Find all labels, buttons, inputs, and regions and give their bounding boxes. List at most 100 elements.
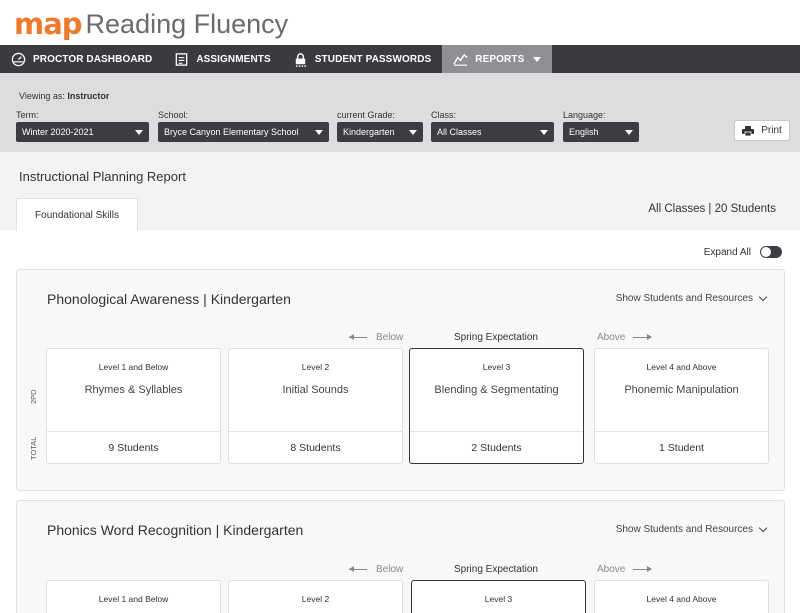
- level-label: Level 1 and Below: [98, 594, 169, 604]
- skill-name: Phonemic Manipulation: [624, 384, 739, 396]
- skill-name: Blending & Segmentating: [434, 384, 559, 396]
- show-students-resources-link[interactable]: Show Students and Resources: [615, 292, 768, 304]
- class-value: All Classes: [437, 127, 482, 137]
- lock-icon: [295, 52, 306, 67]
- level-card[interactable]: Level 4 and Above Phonemic Manipulation …: [594, 348, 769, 464]
- language-select[interactable]: English: [563, 122, 639, 142]
- level-card[interactable]: Level 1 and Below: [46, 580, 221, 613]
- nav-label: STUDENT PASSWORDS: [314, 53, 432, 65]
- student-count: 2 Students: [471, 442, 522, 454]
- level-card-expected[interactable]: Level 3: [411, 580, 586, 613]
- page-title: Instructional Planning Report: [19, 169, 186, 184]
- chevron-down-icon: [758, 292, 768, 302]
- card-divider: [229, 431, 402, 432]
- dropdown-arrow-icon: [315, 129, 323, 135]
- logo-map: map: [14, 7, 83, 41]
- skill-name: Rhymes & Syllables: [84, 384, 183, 396]
- level-label: Level 2: [301, 594, 330, 604]
- above-label: Above: [597, 332, 626, 343]
- viewing-as-label: Viewing as:: [19, 91, 65, 101]
- arrow-left-icon: [349, 334, 367, 340]
- level-card[interactable]: Level 1 and Below Rhymes & Syllables 9 S…: [46, 348, 221, 464]
- below-indicator: Below: [349, 332, 403, 343]
- side-label-total: TOTAL: [29, 436, 38, 460]
- below-label: Below: [376, 564, 404, 575]
- expand-all-toggle[interactable]: [760, 246, 782, 258]
- below-label: Below: [376, 332, 404, 343]
- nav-proctor-dashboard[interactable]: PROCTOR DASHBOARD: [0, 45, 163, 73]
- viewing-as: Viewing as: Instructor: [19, 91, 109, 101]
- class-label: Class:: [431, 110, 457, 120]
- language-filter: Language: English: [563, 110, 639, 142]
- chevron-down-icon: [533, 56, 542, 62]
- print-label: Print: [761, 125, 782, 136]
- term-value: Winter 2020-2021: [22, 127, 94, 137]
- dropdown-arrow-icon: [540, 129, 548, 135]
- above-indicator: Above: [597, 332, 653, 343]
- side-label-top: 2PD: [29, 389, 38, 404]
- main-nav: PROCTOR DASHBOARD ASSIGNMENTS STUDENT PA…: [0, 45, 800, 73]
- nav-student-passwords[interactable]: STUDENT PASSWORDS: [282, 45, 443, 73]
- below-indicator: Below: [349, 564, 403, 575]
- section-title: Phonics Word Recognition | Kindergarten: [47, 522, 304, 538]
- term-label: Term:: [16, 110, 39, 120]
- filter-bar: Viewing as: Instructor Term: Winter 2020…: [0, 73, 800, 152]
- arrow-right-icon: [633, 566, 653, 572]
- above-label: Above: [597, 564, 626, 575]
- nav-reports[interactable]: REPORTS: [442, 45, 553, 73]
- print-button[interactable]: Print: [734, 120, 790, 141]
- expand-all-label: Expand All: [703, 246, 751, 258]
- section-title: Phonological Awareness | Kindergarten: [47, 291, 291, 307]
- app-logo: map Reading Fluency: [14, 6, 288, 40]
- grade-filter: current Grade: Kindergarten: [337, 110, 423, 142]
- class-select[interactable]: All Classes: [431, 122, 554, 142]
- school-label: School:: [158, 110, 189, 120]
- level-label: Level 3: [482, 362, 511, 372]
- level-label: Level 4 and Above: [646, 594, 717, 604]
- term-filter: Term: Winter 2020-2021: [16, 110, 149, 142]
- assignments-icon: [176, 52, 188, 66]
- level-card[interactable]: Level 2 Initial Sounds 8 Students: [228, 348, 403, 464]
- term-select[interactable]: Winter 2020-2021: [16, 122, 149, 142]
- arrow-right-icon: [633, 334, 653, 340]
- show-students-resources-link[interactable]: Show Students and Resources: [616, 523, 768, 535]
- class-filter: Class: All Classes: [431, 110, 554, 142]
- dropdown-arrow-icon: [409, 129, 417, 135]
- logo-title: Reading Fluency: [85, 9, 289, 39]
- dropdown-arrow-icon: [135, 129, 143, 135]
- language-label: Language:: [563, 110, 606, 120]
- nav-label: ASSIGNMENTS: [196, 53, 271, 65]
- expand-all[interactable]: Expand All: [704, 246, 782, 258]
- level-label: Level 4 and Above: [646, 362, 717, 372]
- level-card[interactable]: Level 4 and Above: [594, 580, 769, 613]
- skill-name: Initial Sounds: [282, 384, 349, 396]
- show-link-label: Show Students and Resources: [615, 293, 753, 304]
- school-value: Bryce Canyon Elementary School: [164, 127, 299, 137]
- nav-label: PROCTOR DASHBOARD: [33, 53, 153, 65]
- level-label: Level 3: [484, 594, 513, 604]
- school-select[interactable]: Bryce Canyon Elementary School: [158, 122, 329, 142]
- grade-label: current Grade:: [337, 110, 396, 120]
- grade-select[interactable]: Kindergarten: [337, 122, 423, 142]
- level-card-expected[interactable]: Level 3 Blending & Segmentating 2 Studen…: [409, 348, 584, 464]
- student-count: 1 Student: [659, 442, 704, 454]
- nav-assignments[interactable]: ASSIGNMENTS: [163, 45, 281, 73]
- dropdown-arrow-icon: [625, 129, 633, 135]
- reports-icon: [453, 53, 468, 66]
- viewing-as-role: Instructor: [67, 91, 110, 101]
- above-indicator: Above: [597, 564, 653, 575]
- level-card[interactable]: Level 2: [228, 580, 403, 613]
- level-label: Level 1 and Below: [98, 362, 169, 372]
- arrow-left-icon: [349, 566, 367, 572]
- card-divider: [595, 431, 768, 432]
- printer-icon: [742, 125, 755, 136]
- card-divider: [410, 431, 583, 432]
- tab-foundational-skills[interactable]: Foundational Skills: [16, 198, 138, 231]
- level-label: Level 2: [301, 362, 330, 372]
- student-count: 8 Students: [290, 442, 341, 454]
- school-filter: School: Bryce Canyon Elementary School: [158, 110, 329, 142]
- section-phonological-awareness: Phonological Awareness | Kindergarten Sh…: [16, 269, 785, 491]
- spring-expectation-label: Spring Expectation: [454, 564, 538, 575]
- dashboard-icon: [11, 52, 26, 66]
- nav-label: REPORTS: [475, 53, 525, 65]
